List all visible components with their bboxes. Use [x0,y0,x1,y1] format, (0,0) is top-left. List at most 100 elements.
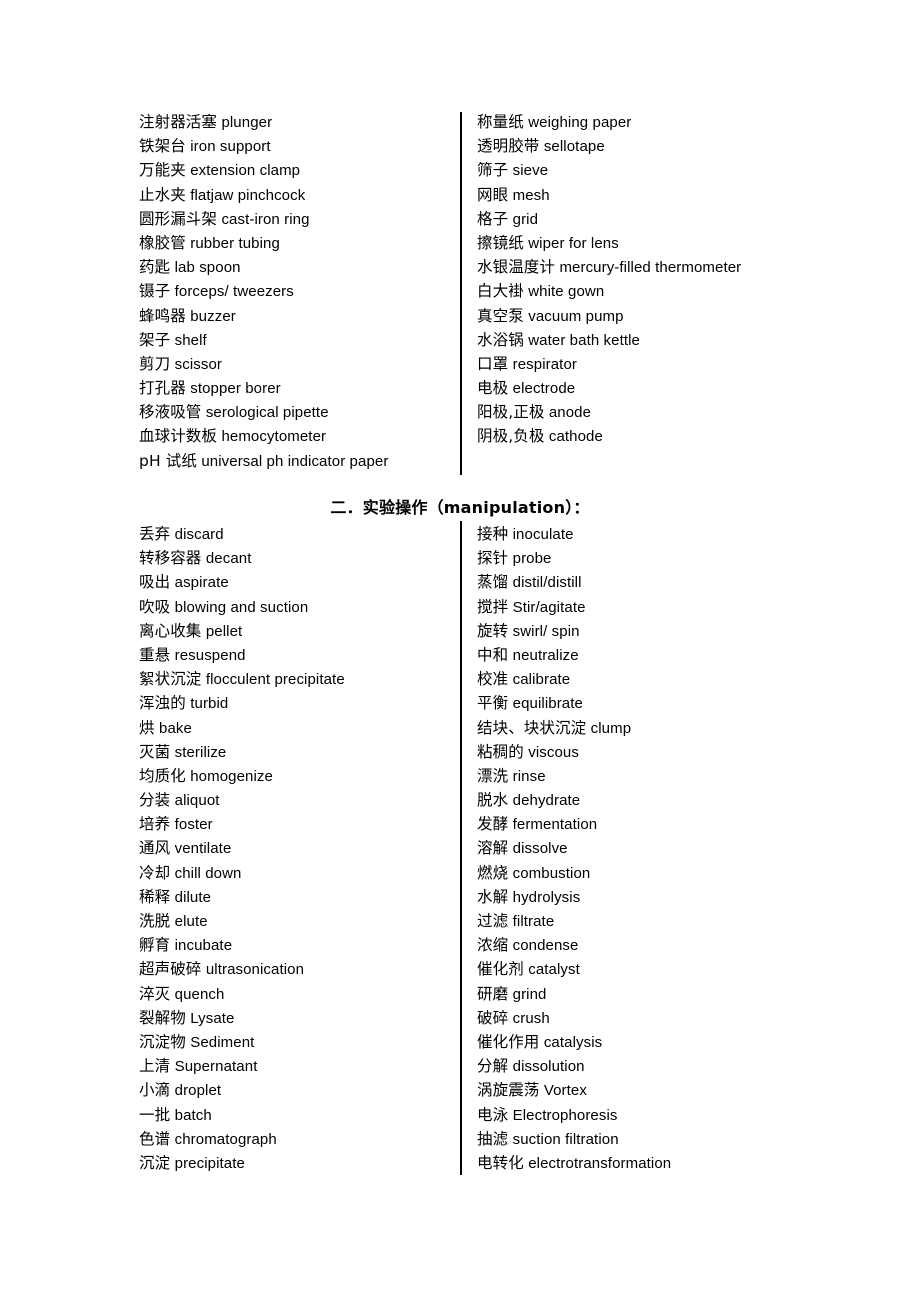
glossary-entry: 阴极,负极 cathode [477,424,807,448]
glossary-term-english: filtrate [512,913,555,930]
glossary-term-chinese: 水解 [477,887,509,906]
glossary-term-chinese: 蒸馏 [477,573,509,592]
glossary-term-chinese: 燃烧 [477,863,509,882]
glossary-entry: 催化作用 catalysis [477,1030,807,1054]
glossary-term-english: decant [205,550,252,568]
glossary-term-english: batch [174,1106,212,1124]
glossary-term-chinese: 上清 [139,1057,171,1076]
glossary-term-english: aspirate [174,574,229,592]
glossary-entry: 白大褂 white gown [477,279,807,303]
glossary-entry: 结块、块状沉淀 clump [477,716,807,740]
glossary-term-english: dissolution [512,1058,585,1076]
glossary-entry: 超声破碎 ultrasonication [139,957,449,981]
glossary-entry: 漂洗 rinse [477,764,807,788]
glossary-term-chinese: 沉淀物 [139,1032,186,1051]
glossary-entry: 网眼 mesh [477,183,807,207]
glossary-term-chinese: 接种 [477,525,509,543]
glossary-term-english: sellotape [543,138,605,156]
glossary-term-english: iron support [190,138,271,156]
glossary-term-chinese: 粘稠的 [477,742,524,761]
glossary-term-chinese: 药匙 [139,258,171,277]
manipulation-right-column: 接种 inoculate 探针 probe 蒸馏 distil/distill 搅拌 … [477,522,807,1175]
glossary-entry: 浑浊的 turbid [139,691,449,715]
glossary-entry: 蜂鸣器 buzzer [139,304,449,328]
glossary-entry: 吸出 aspirate [139,570,449,594]
glossary-entry: 水银温度计 mercury-filled thermometer [477,255,807,279]
glossary-term-chinese: 血球计数板 [139,427,218,446]
column-divider-top [460,112,462,475]
glossary-term-english: hemocytometer [221,428,327,446]
glossary-term-chinese: 浑浊的 [139,694,186,713]
glossary-term-english: plunger [221,114,273,131]
glossary-term-chinese: 铁架台 [139,137,186,156]
glossary-term-english: serological pipette [205,404,329,422]
glossary-term-chinese: 打孔器 [139,379,186,398]
glossary-term-chinese: 灭菌 [139,742,171,761]
glossary-term-chinese: 校准 [477,670,509,689]
glossary-entry: 絮状沉淀 flocculent precipitate [139,667,449,691]
glossary-term-english: crush [512,1009,550,1027]
glossary-entry: 上清 Supernatant [139,1054,449,1078]
glossary-entry: 粘稠的 viscous [477,740,807,764]
glossary-term-chinese: pH 试纸 [139,451,197,470]
glossary-term-english: wiper for lens [528,234,619,252]
glossary-entry: 透明胶带 sellotape [477,134,807,158]
glossary-term-english: cast-iron ring [221,210,310,228]
glossary-term-english: probe [512,550,552,568]
glossary-term-chinese: 真空泵 [477,306,524,325]
glossary-term-english: incubate [174,937,233,955]
glossary-term-english: homogenize [190,767,273,785]
glossary-term-chinese: 中和 [477,645,509,664]
glossary-term-english: sterilize [174,743,227,761]
glossary-entry: 催化剂 catalyst [477,957,807,981]
glossary-term-english: white gown [528,283,605,301]
glossary-term-chinese: 冷却 [139,863,171,882]
glossary-term-english: combustion [512,864,591,882]
glossary-entry: 裂解物 Lysate [139,1006,449,1030]
glossary-term-english: shelf [174,331,207,349]
glossary-term-chinese: 阴极,负极 [477,427,545,446]
glossary-term-chinese: 镊子 [139,282,171,301]
glossary-term-english: suction filtration [512,1130,619,1148]
glossary-term-english: Vortex [543,1082,587,1100]
glossary-term-english: chromatograph [174,1130,277,1148]
glossary-term-chinese: 吹吸 [139,597,171,616]
glossary-term-chinese: 均质化 [139,766,186,785]
glossary-term-chinese: 转移容器 [139,549,202,568]
glossary-entry: 注射器活塞 plunger [139,110,449,134]
glossary-term-english: universal ph indicator paper [201,452,389,470]
glossary-term-english: discard [174,526,224,543]
glossary-term-english: Lysate [190,1009,235,1027]
glossary-term-english: Sediment [190,1033,255,1051]
glossary-entry: 孵育 incubate [139,933,449,957]
glossary-term-english: dissolve [512,840,568,858]
glossary-term-english: neutralize [512,646,579,664]
glossary-entry: 浓缩 condense [477,933,807,957]
glossary-term-english: turbid [190,695,229,713]
glossary-term-chinese: 搅拌 [477,597,509,616]
glossary-term-english: water bath kettle [528,331,640,349]
glossary-term-chinese: 剪刀 [139,354,171,373]
glossary-term-chinese: 旋转 [477,621,509,640]
glossary-term-english: dilute [174,888,212,906]
glossary-term-chinese: 漂洗 [477,766,509,785]
glossary-term-chinese: 淬灭 [139,984,171,1003]
glossary-term-chinese: 过滤 [477,912,509,930]
glossary-term-english: cathode [548,428,603,446]
glossary-term-english: dehydrate [512,792,581,810]
glossary-term-chinese: 电泳 [477,1105,509,1124]
glossary-term-chinese: 丢弃 [139,525,171,543]
glossary-term-chinese: 催化作用 [477,1032,540,1051]
glossary-term-english: calibrate [512,671,571,689]
glossary-term-chinese: 一批 [139,1105,171,1124]
glossary-term-chinese: 烘 [139,718,155,737]
glossary-entry: 沉淀物 Sediment [139,1030,449,1054]
glossary-term-chinese: 涡旋震荡 [477,1081,540,1100]
glossary-term-chinese: 万能夹 [139,161,186,180]
glossary-term-chinese: 沉淀 [139,1153,171,1172]
glossary-entry: 脱水 dehydrate [477,788,807,812]
glossary-term-chinese: 重悬 [139,645,171,664]
glossary-entry: 旋转 swirl/ spin [477,619,807,643]
glossary-term-chinese: 注射器活塞 [139,113,218,131]
glossary-entry: 电极 electrode [477,376,807,400]
